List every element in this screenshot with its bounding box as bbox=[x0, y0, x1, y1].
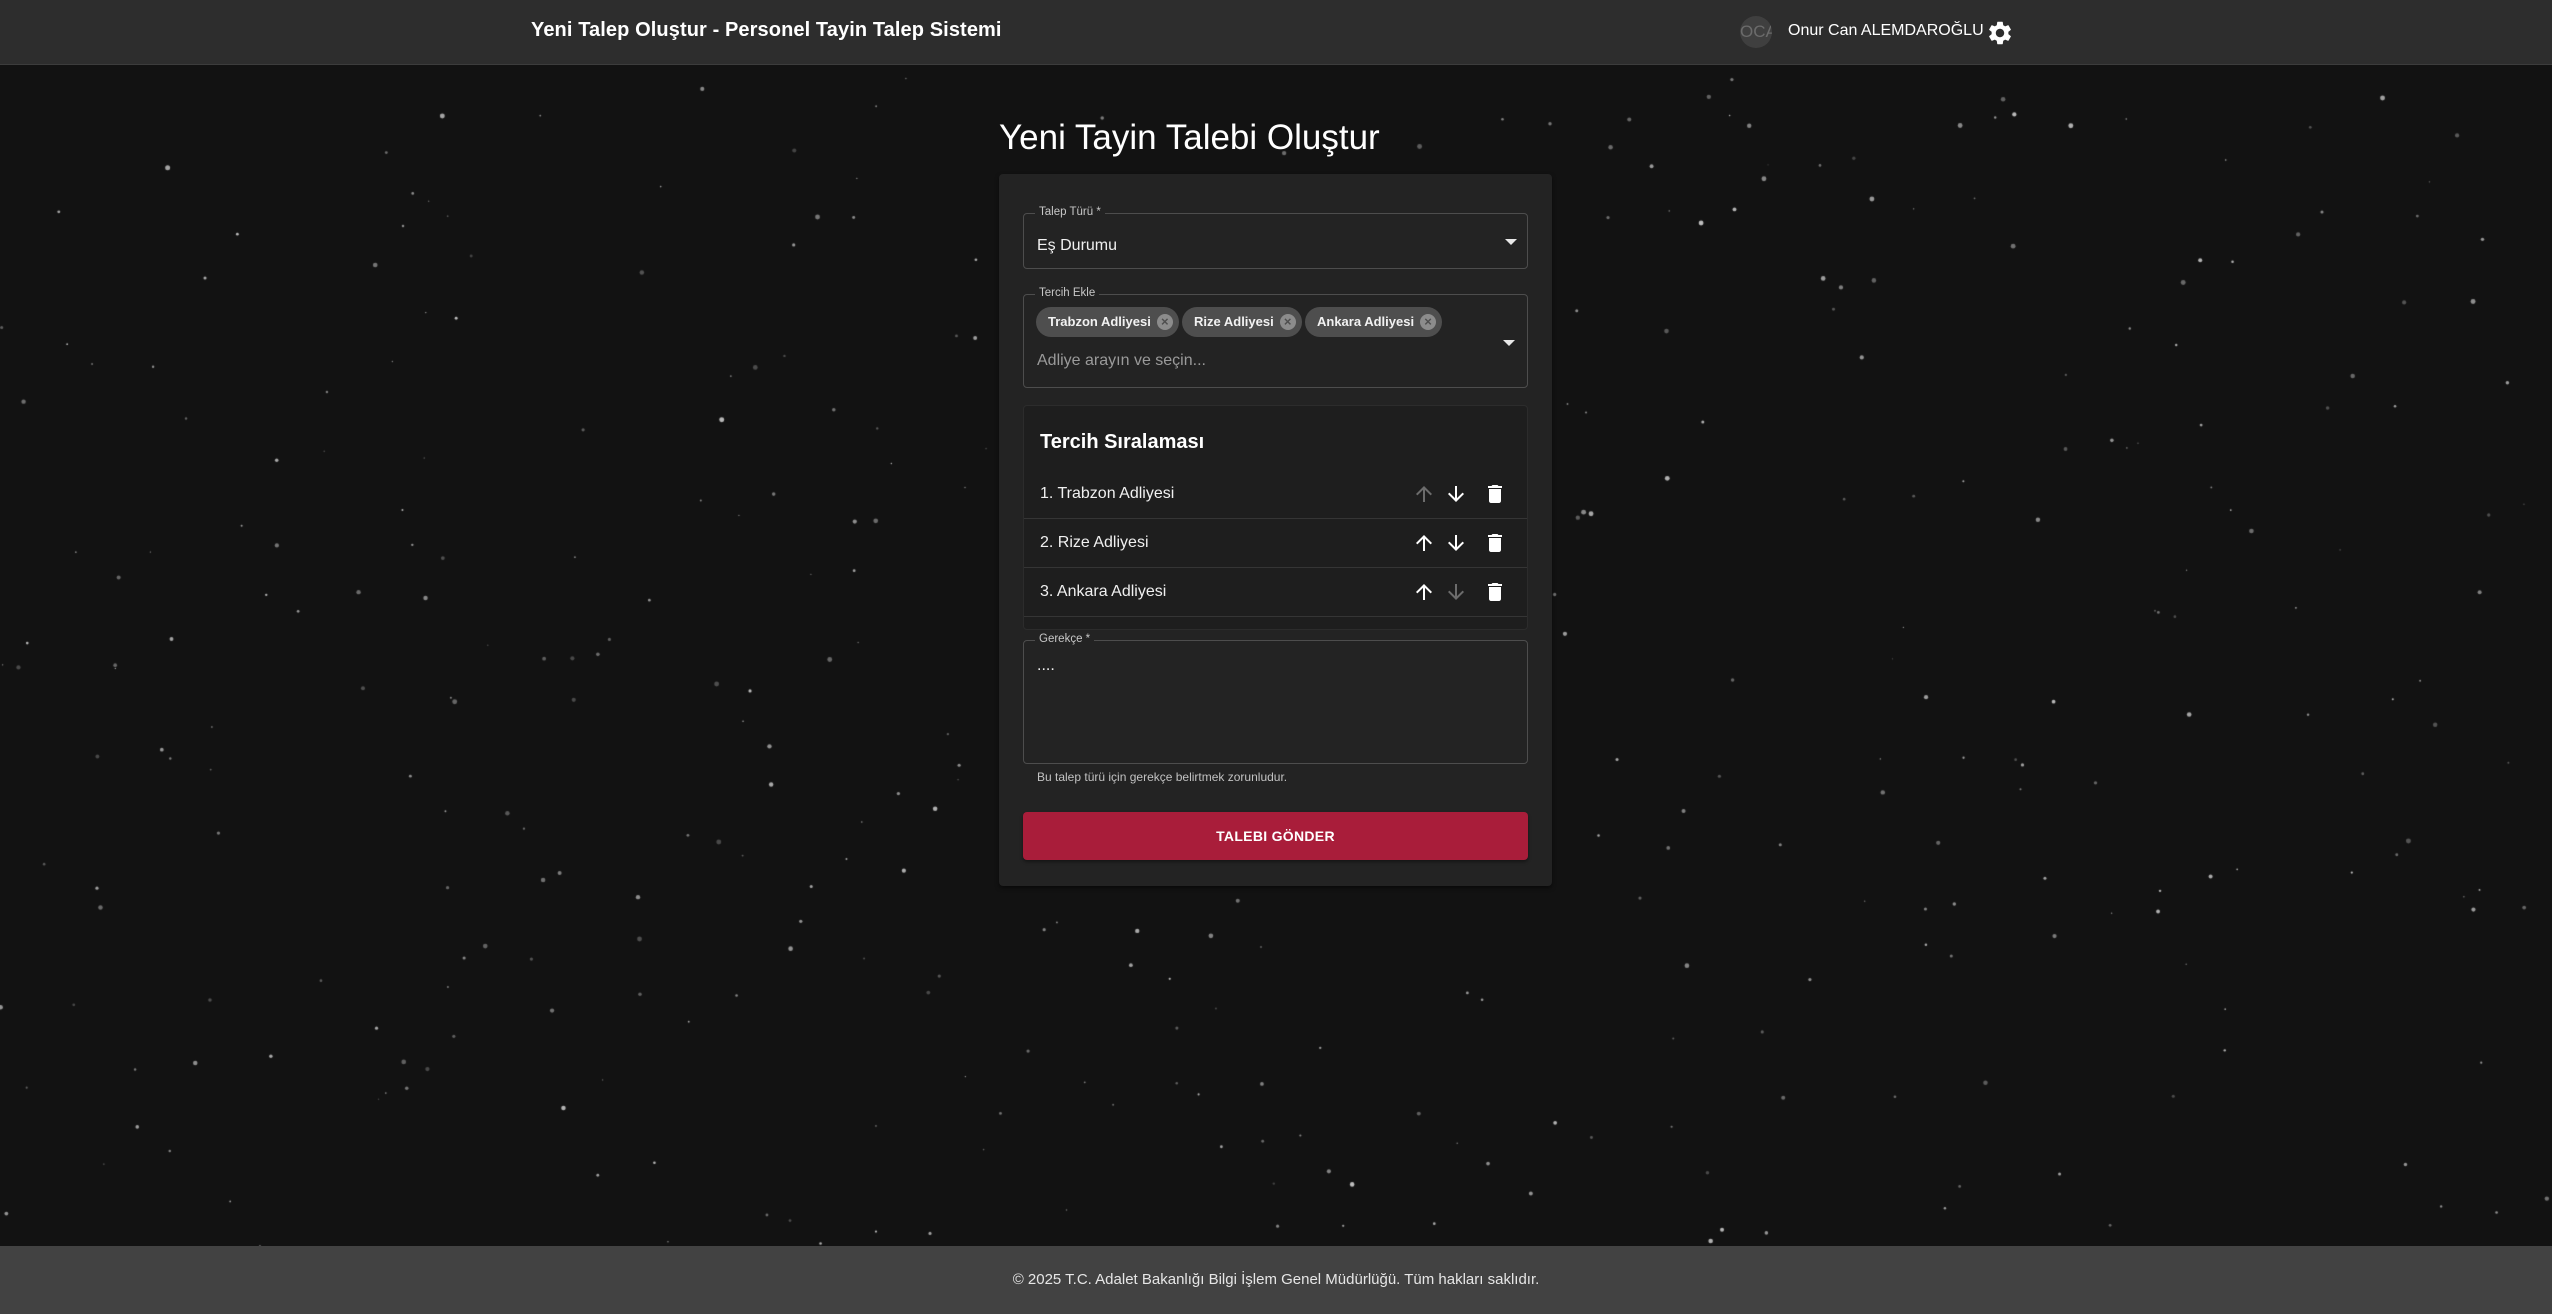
arrow-up-icon bbox=[1416, 535, 1432, 551]
ranking-row: 1. Trabzon Adliyesi bbox=[1024, 470, 1527, 519]
ranking-title: Tercih Sıralaması bbox=[1040, 431, 1205, 453]
move-down-button[interactable] bbox=[1444, 580, 1468, 604]
gear-icon bbox=[1989, 21, 2011, 45]
chip-rize[interactable]: Rize Adliyesi × bbox=[1182, 307, 1302, 337]
preference-add-label: Tercih Ekle bbox=[1035, 287, 1100, 299]
delete-button[interactable] bbox=[1483, 482, 1507, 506]
avatar[interactable]: OCA bbox=[1740, 16, 1772, 48]
move-up-button[interactable] bbox=[1412, 531, 1436, 555]
preference-ranking: Tercih Sıralaması 1. Trabzon Adliyesi 2.… bbox=[1023, 405, 1528, 630]
arrow-down-icon bbox=[1448, 584, 1464, 600]
arrow-down-icon bbox=[1448, 535, 1464, 551]
settings-button[interactable] bbox=[1986, 19, 2014, 47]
chip-remove-icon[interactable]: × bbox=[1279, 314, 1296, 330]
chip-remove-icon[interactable]: × bbox=[1156, 314, 1173, 330]
request-type-value: Eş Durumu bbox=[1037, 237, 1118, 254]
chip-label: Rize Adliyesi bbox=[1194, 314, 1274, 329]
justification-helper-text: Bu talep türü için gerekçe belirtmek zor… bbox=[1037, 770, 1288, 784]
trash-icon bbox=[1488, 583, 1502, 601]
ranking-row: 3. Ankara Adliyesi bbox=[1024, 568, 1527, 617]
ranking-label: 3. Ankara Adliyesi bbox=[1040, 583, 1167, 600]
arrow-down-icon bbox=[1448, 486, 1464, 502]
justification-textarea[interactable]: .... bbox=[1037, 657, 1513, 753]
ranking-label: 1. Trabzon Adliyesi bbox=[1040, 485, 1175, 502]
chevron-down-icon[interactable] bbox=[1505, 239, 1517, 245]
request-type-select[interactable]: Talep Türü * Eş Durumu bbox=[1023, 206, 1528, 269]
move-up-button[interactable] bbox=[1412, 482, 1436, 506]
trash-icon bbox=[1488, 534, 1502, 552]
justification-label: Gerekçe * bbox=[1035, 633, 1095, 645]
chip-ankara[interactable]: Ankara Adliyesi × bbox=[1305, 307, 1443, 337]
chip-label: Ankara Adliyesi bbox=[1317, 314, 1415, 329]
delete-button[interactable] bbox=[1483, 580, 1507, 604]
chevron-down-icon[interactable] bbox=[1503, 340, 1515, 346]
justification-field: Gerekçe * .... bbox=[1023, 633, 1528, 764]
delete-button[interactable] bbox=[1483, 531, 1507, 555]
chip-trabzon[interactable]: Trabzon Adliyesi × bbox=[1036, 307, 1179, 337]
arrow-up-icon bbox=[1416, 584, 1432, 600]
preference-autocomplete[interactable]: Tercih Ekle Trabzon Adliyesi × Rize Adli… bbox=[1023, 287, 1528, 388]
ranking-label: 2. Rize Adliyesi bbox=[1040, 534, 1149, 551]
request-form-card: Talep Türü * Eş Durumu Tercih Ekle Trabz… bbox=[999, 174, 1552, 886]
submit-request-button[interactable]: TALEBI GÖNDER bbox=[1023, 812, 1528, 860]
chip-label: Trabzon Adliyesi bbox=[1048, 314, 1151, 329]
move-up-button[interactable] bbox=[1412, 580, 1436, 604]
move-down-button[interactable] bbox=[1444, 482, 1468, 506]
ranking-row: 2. Rize Adliyesi bbox=[1024, 519, 1527, 568]
court-search-input[interactable] bbox=[1037, 349, 1477, 373]
move-down-button[interactable] bbox=[1444, 531, 1468, 555]
page-title: Yeni Tayin Talebi Oluştur bbox=[999, 118, 1380, 157]
app-bar: Yeni Talep Oluştur - Personel Tayin Tale… bbox=[0, 0, 2552, 65]
request-type-label: Talep Türü * bbox=[1035, 206, 1105, 218]
trash-icon bbox=[1488, 485, 1502, 503]
chip-remove-icon[interactable]: × bbox=[1420, 314, 1437, 330]
copyright-text: © 2025 T.C. Adalet Bakanlığı Bilgi İşlem… bbox=[1012, 1271, 1540, 1288]
footer: © 2025 T.C. Adalet Bakanlığı Bilgi İşlem… bbox=[0, 1246, 2552, 1314]
app-title: Yeni Talep Oluştur - Personel Tayin Tale… bbox=[531, 19, 1002, 41]
arrow-up-icon bbox=[1416, 486, 1432, 502]
user-name: Onur Can ALEMDAROĞLU bbox=[1788, 22, 1984, 39]
